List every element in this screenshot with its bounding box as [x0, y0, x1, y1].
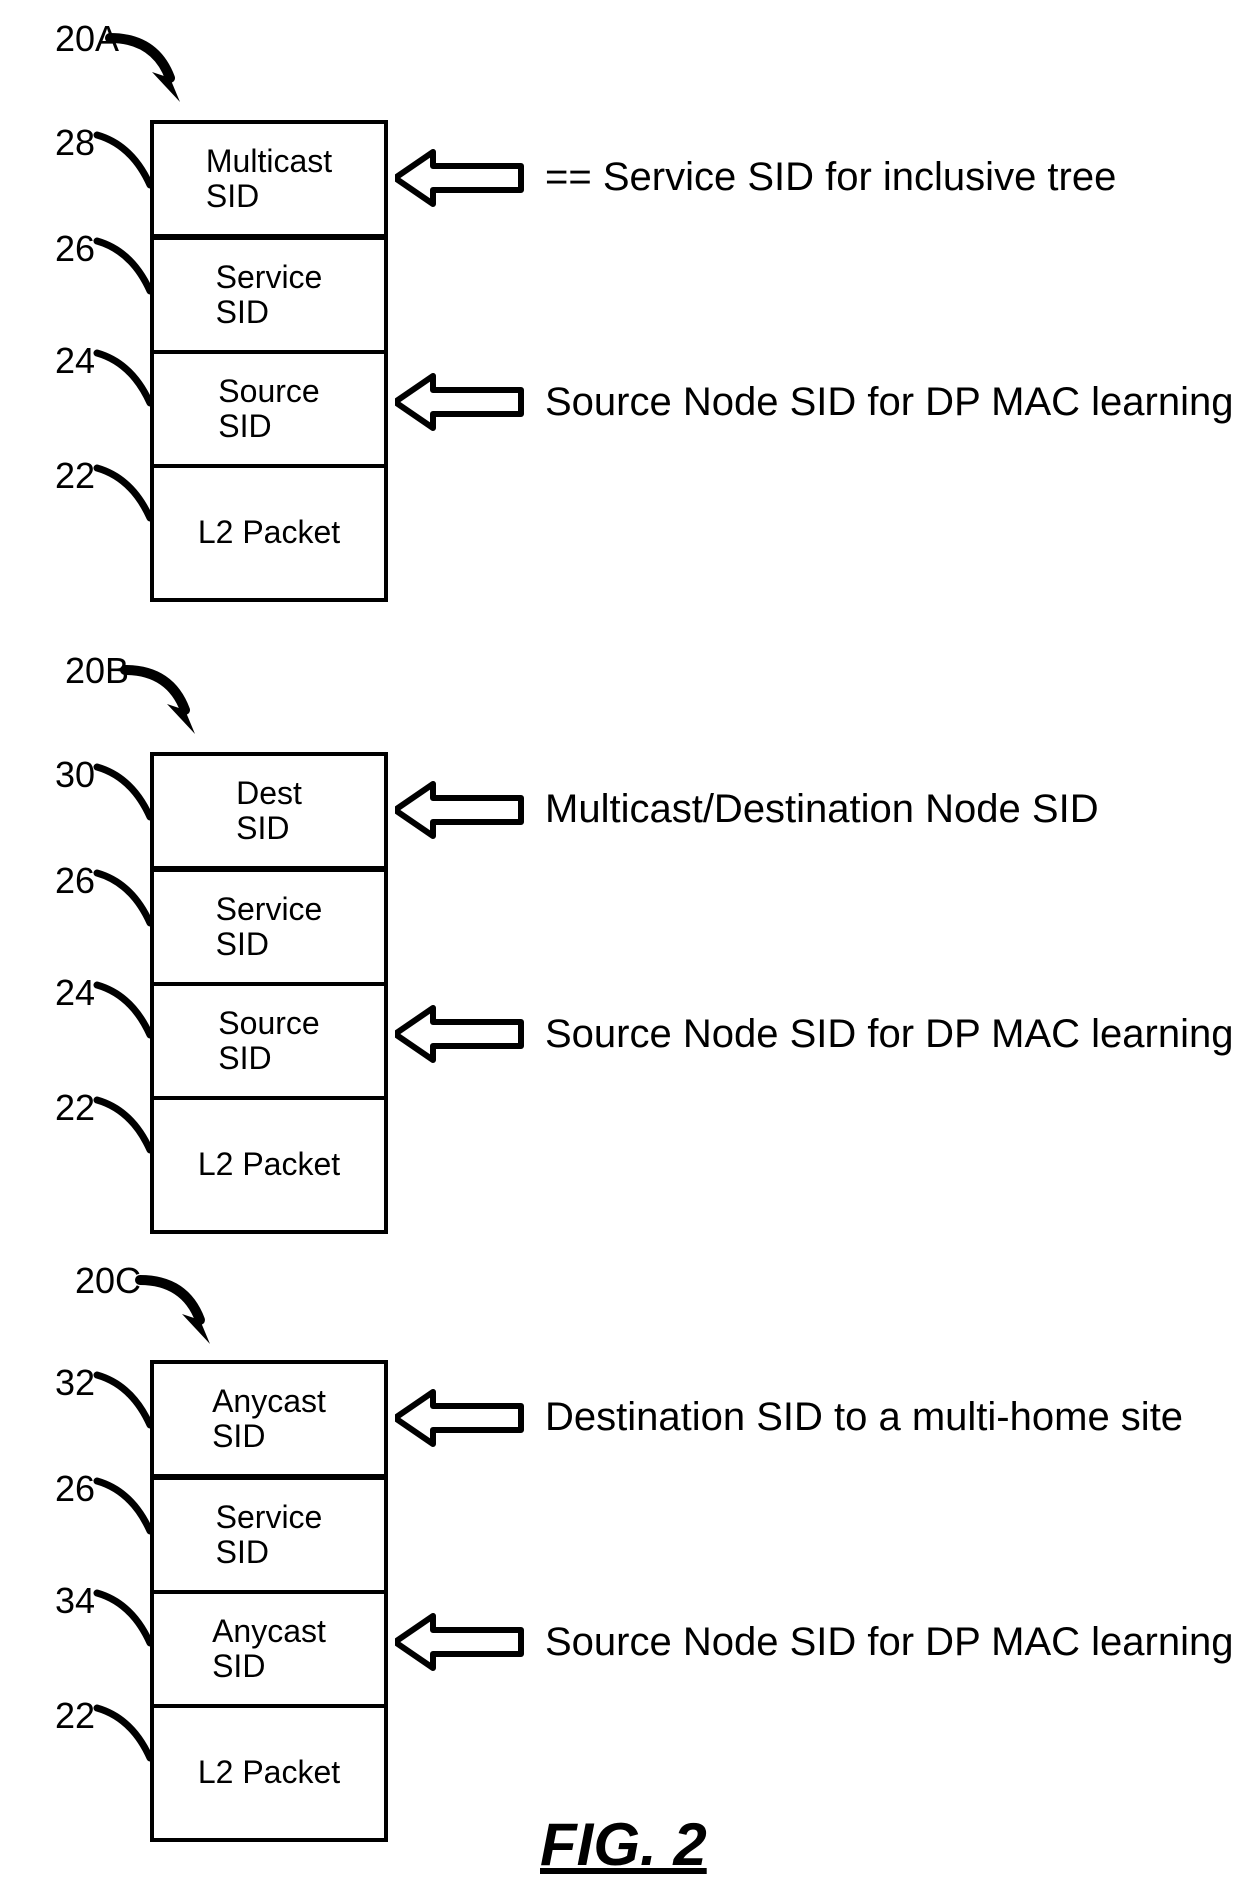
arrow-left-icon [395, 1388, 525, 1448]
cell-service-sid: ServiceSID [154, 872, 384, 986]
figure-caption: FIG. 2 [540, 1810, 707, 1879]
ref-26b: 26 [55, 860, 95, 902]
cell-anycast-sid-bot: AnycastSID [154, 1594, 384, 1708]
annotation-a-top: == Service SID for inclusive tree [545, 155, 1116, 200]
annotation-c-source: Source Node SID for DP MAC learning [545, 1620, 1233, 1665]
packet-stack-b: DestSID ServiceSID SourceSID L2 Packet [150, 752, 388, 1234]
ref-22b: 22 [55, 1087, 95, 1129]
ref-22a: 22 [55, 455, 95, 497]
leader-30 [92, 762, 154, 822]
arrow-left-icon [395, 148, 525, 208]
ref-26c: 26 [55, 1468, 95, 1510]
cell-l2-packet: L2 Packet [154, 468, 384, 598]
cell-l2-packet: L2 Packet [154, 1100, 384, 1230]
arrow-left-icon [395, 372, 525, 432]
ref-26a: 26 [55, 228, 95, 270]
annotation-b-top: Multicast/Destination Node SID [545, 787, 1099, 832]
ref-24b: 24 [55, 972, 95, 1014]
leader-22a [92, 463, 154, 523]
annotation-b-source: Source Node SID for DP MAC learning [545, 1012, 1233, 1057]
cell-dest-sid: DestSID [154, 756, 384, 872]
leader-24b [92, 980, 154, 1040]
leader-22c [92, 1703, 154, 1763]
cell-anycast-sid-top: AnycastSID [154, 1364, 384, 1480]
leader-26a [92, 236, 154, 296]
ref-32: 32 [55, 1362, 95, 1404]
cell-multicast-sid: MulticastSID [154, 124, 384, 240]
leader-22b [92, 1095, 154, 1155]
cell-source-sid: SourceSID [154, 986, 384, 1100]
leader-26b [92, 868, 154, 928]
arrow-left-icon [395, 780, 525, 840]
ref-24a: 24 [55, 340, 95, 382]
ref-34: 34 [55, 1580, 95, 1622]
pointer-arrow-20a [100, 28, 190, 108]
leader-24a [92, 348, 154, 408]
ref-30: 30 [55, 754, 95, 796]
pointer-arrow-20c [130, 1270, 220, 1350]
arrow-left-icon [395, 1612, 525, 1672]
ref-22c: 22 [55, 1695, 95, 1737]
leader-28 [92, 130, 154, 190]
pointer-arrow-20b [115, 660, 205, 740]
leader-26c [92, 1476, 154, 1536]
annotation-a-source: Source Node SID for DP MAC learning [545, 380, 1233, 425]
arrow-left-icon [395, 1004, 525, 1064]
leader-34 [92, 1588, 154, 1648]
cell-service-sid: ServiceSID [154, 1480, 384, 1594]
cell-l2-packet: L2 Packet [154, 1708, 384, 1838]
leader-32 [92, 1370, 154, 1430]
packet-stack-a: MulticastSID ServiceSID SourceSID L2 Pac… [150, 120, 388, 602]
packet-stack-c: AnycastSID ServiceSID AnycastSID L2 Pack… [150, 1360, 388, 1842]
cell-source-sid: SourceSID [154, 354, 384, 468]
ref-28: 28 [55, 122, 95, 164]
cell-service-sid: ServiceSID [154, 240, 384, 354]
annotation-c-top: Destination SID to a multi-home site [545, 1395, 1183, 1440]
